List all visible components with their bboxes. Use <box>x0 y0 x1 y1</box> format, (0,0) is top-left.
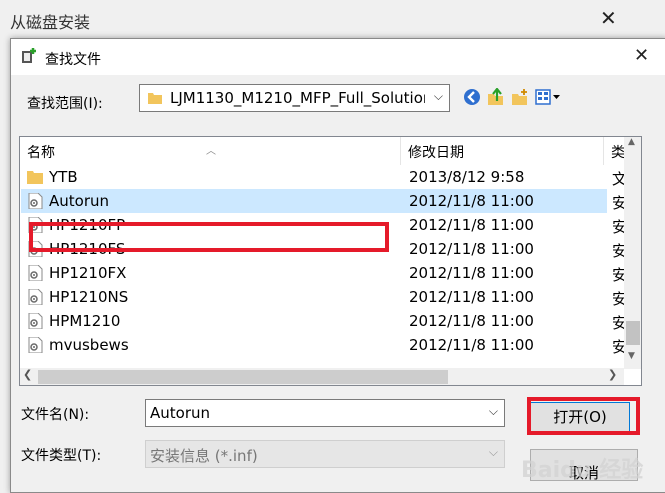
file-date: 2013/8/12 9:58 <box>409 168 525 186</box>
open-button-highlight-annotation <box>527 397 640 435</box>
look-in-label: 查找范围(I): <box>27 96 103 112</box>
selection-highlight-annotation <box>29 222 389 252</box>
folder-icon <box>148 93 162 104</box>
file-row[interactable]: Autorun 2012/11/8 11:00 安 <box>21 189 627 213</box>
setup-file-icon <box>28 193 43 209</box>
column-header-name[interactable]: 名称 ︿ <box>20 137 398 165</box>
setup-file-icon <box>28 289 43 305</box>
setup-file-icon <box>28 265 43 281</box>
filename-value: Autorun <box>150 404 211 422</box>
background-close-icon[interactable]: ✕ <box>600 6 617 30</box>
dialog-title: 查找文件 <box>45 52 101 68</box>
chevron-down-icon[interactable]: ⌵ <box>489 445 498 460</box>
column-header-date[interactable]: 修改日期 <box>401 137 601 165</box>
folder-icon <box>27 171 43 184</box>
scroll-down-icon[interactable]: ▼ <box>628 351 635 361</box>
up-folder-icon[interactable] <box>487 88 505 106</box>
scroll-right-icon[interactable]: ❯ <box>608 368 617 381</box>
file-date: 2012/11/8 11:00 <box>409 216 534 234</box>
look-in-value: LJM1130_M1210_MFP_Full_Solution <box>170 89 425 107</box>
vertical-scrollbar[interactable]: ▲ ▼ <box>624 137 641 369</box>
file-date: 2012/11/8 11:00 <box>409 336 534 354</box>
setup-file-icon <box>28 337 43 353</box>
sort-up-icon: ︿ <box>206 146 216 157</box>
file-date: 2012/11/8 11:00 <box>409 192 534 210</box>
file-name: HP1210NS <box>49 288 129 306</box>
title-bar: 查找文件 ✕ <box>11 39 665 75</box>
filetype-dropdown[interactable]: 安装信息 (*.inf) ⌵ <box>145 440 505 468</box>
horizontal-scrollbar[interactable]: ❮ ❯ <box>20 368 624 385</box>
find-file-dialog: 查找文件 ✕ 查找范围(I): LJM1130_M1210_MFP_Full_S… <box>10 38 665 493</box>
look-in-dropdown[interactable]: LJM1130_M1210_MFP_Full_Solution ⌵ <box>139 84 450 112</box>
background-dialog-title: 从磁盘安装 <box>10 13 91 32</box>
file-date: 2012/11/8 11:00 <box>409 288 534 306</box>
file-row[interactable]: mvusbews 2012/11/8 11:00 安 <box>21 333 627 357</box>
back-icon[interactable] <box>463 88 481 106</box>
file-row[interactable]: HP1210NS 2012/11/8 11:00 安 <box>21 285 627 309</box>
file-name: Autorun <box>49 192 110 210</box>
horizontal-scroll-thumb[interactable] <box>38 370 448 384</box>
chevron-down-icon[interactable]: ⌵ <box>489 404 498 419</box>
column-header-type[interactable]: 类 <box>604 137 625 165</box>
file-row[interactable]: HPM1210 2012/11/8 11:00 安 <box>21 309 627 333</box>
file-name: mvusbews <box>49 336 129 354</box>
file-name: HPM1210 <box>49 312 121 330</box>
chevron-down-icon[interactable]: ⌵ <box>434 89 443 104</box>
filename-input[interactable]: Autorun ⌵ <box>145 399 505 427</box>
file-list[interactable]: 名称 ︿ 修改日期 类 YTB 2013/8/12 9:58 文 Autorun 201… <box>19 136 642 386</box>
scroll-left-icon[interactable]: ❮ <box>23 368 32 381</box>
filetype-value: 安装信息 (*.inf) <box>150 447 258 465</box>
vertical-scroll-thumb[interactable] <box>626 321 640 345</box>
file-date: 2012/11/8 11:00 <box>409 312 534 330</box>
file-row[interactable]: HP1210FX 2012/11/8 11:00 安 <box>21 261 627 285</box>
baidu-watermark: Baidu 经验 <box>521 458 644 483</box>
file-name: YTB <box>49 168 78 186</box>
filetype-label: 文件类型(T): <box>21 448 102 464</box>
setup-file-icon <box>28 313 43 329</box>
view-menu-icon[interactable] <box>535 88 561 106</box>
file-date: 2012/11/8 11:00 <box>409 264 534 282</box>
filename-label: 文件名(N): <box>21 407 90 423</box>
scroll-up-icon[interactable]: ▲ <box>628 137 635 147</box>
close-icon[interactable]: ✕ <box>634 45 649 66</box>
file-name: HP1210FX <box>49 264 127 282</box>
find-file-icon <box>22 48 36 63</box>
file-date: 2012/11/8 11:00 <box>409 240 534 258</box>
file-row[interactable]: YTB 2013/8/12 9:58 文 <box>21 165 627 189</box>
new-folder-icon[interactable] <box>511 88 529 106</box>
